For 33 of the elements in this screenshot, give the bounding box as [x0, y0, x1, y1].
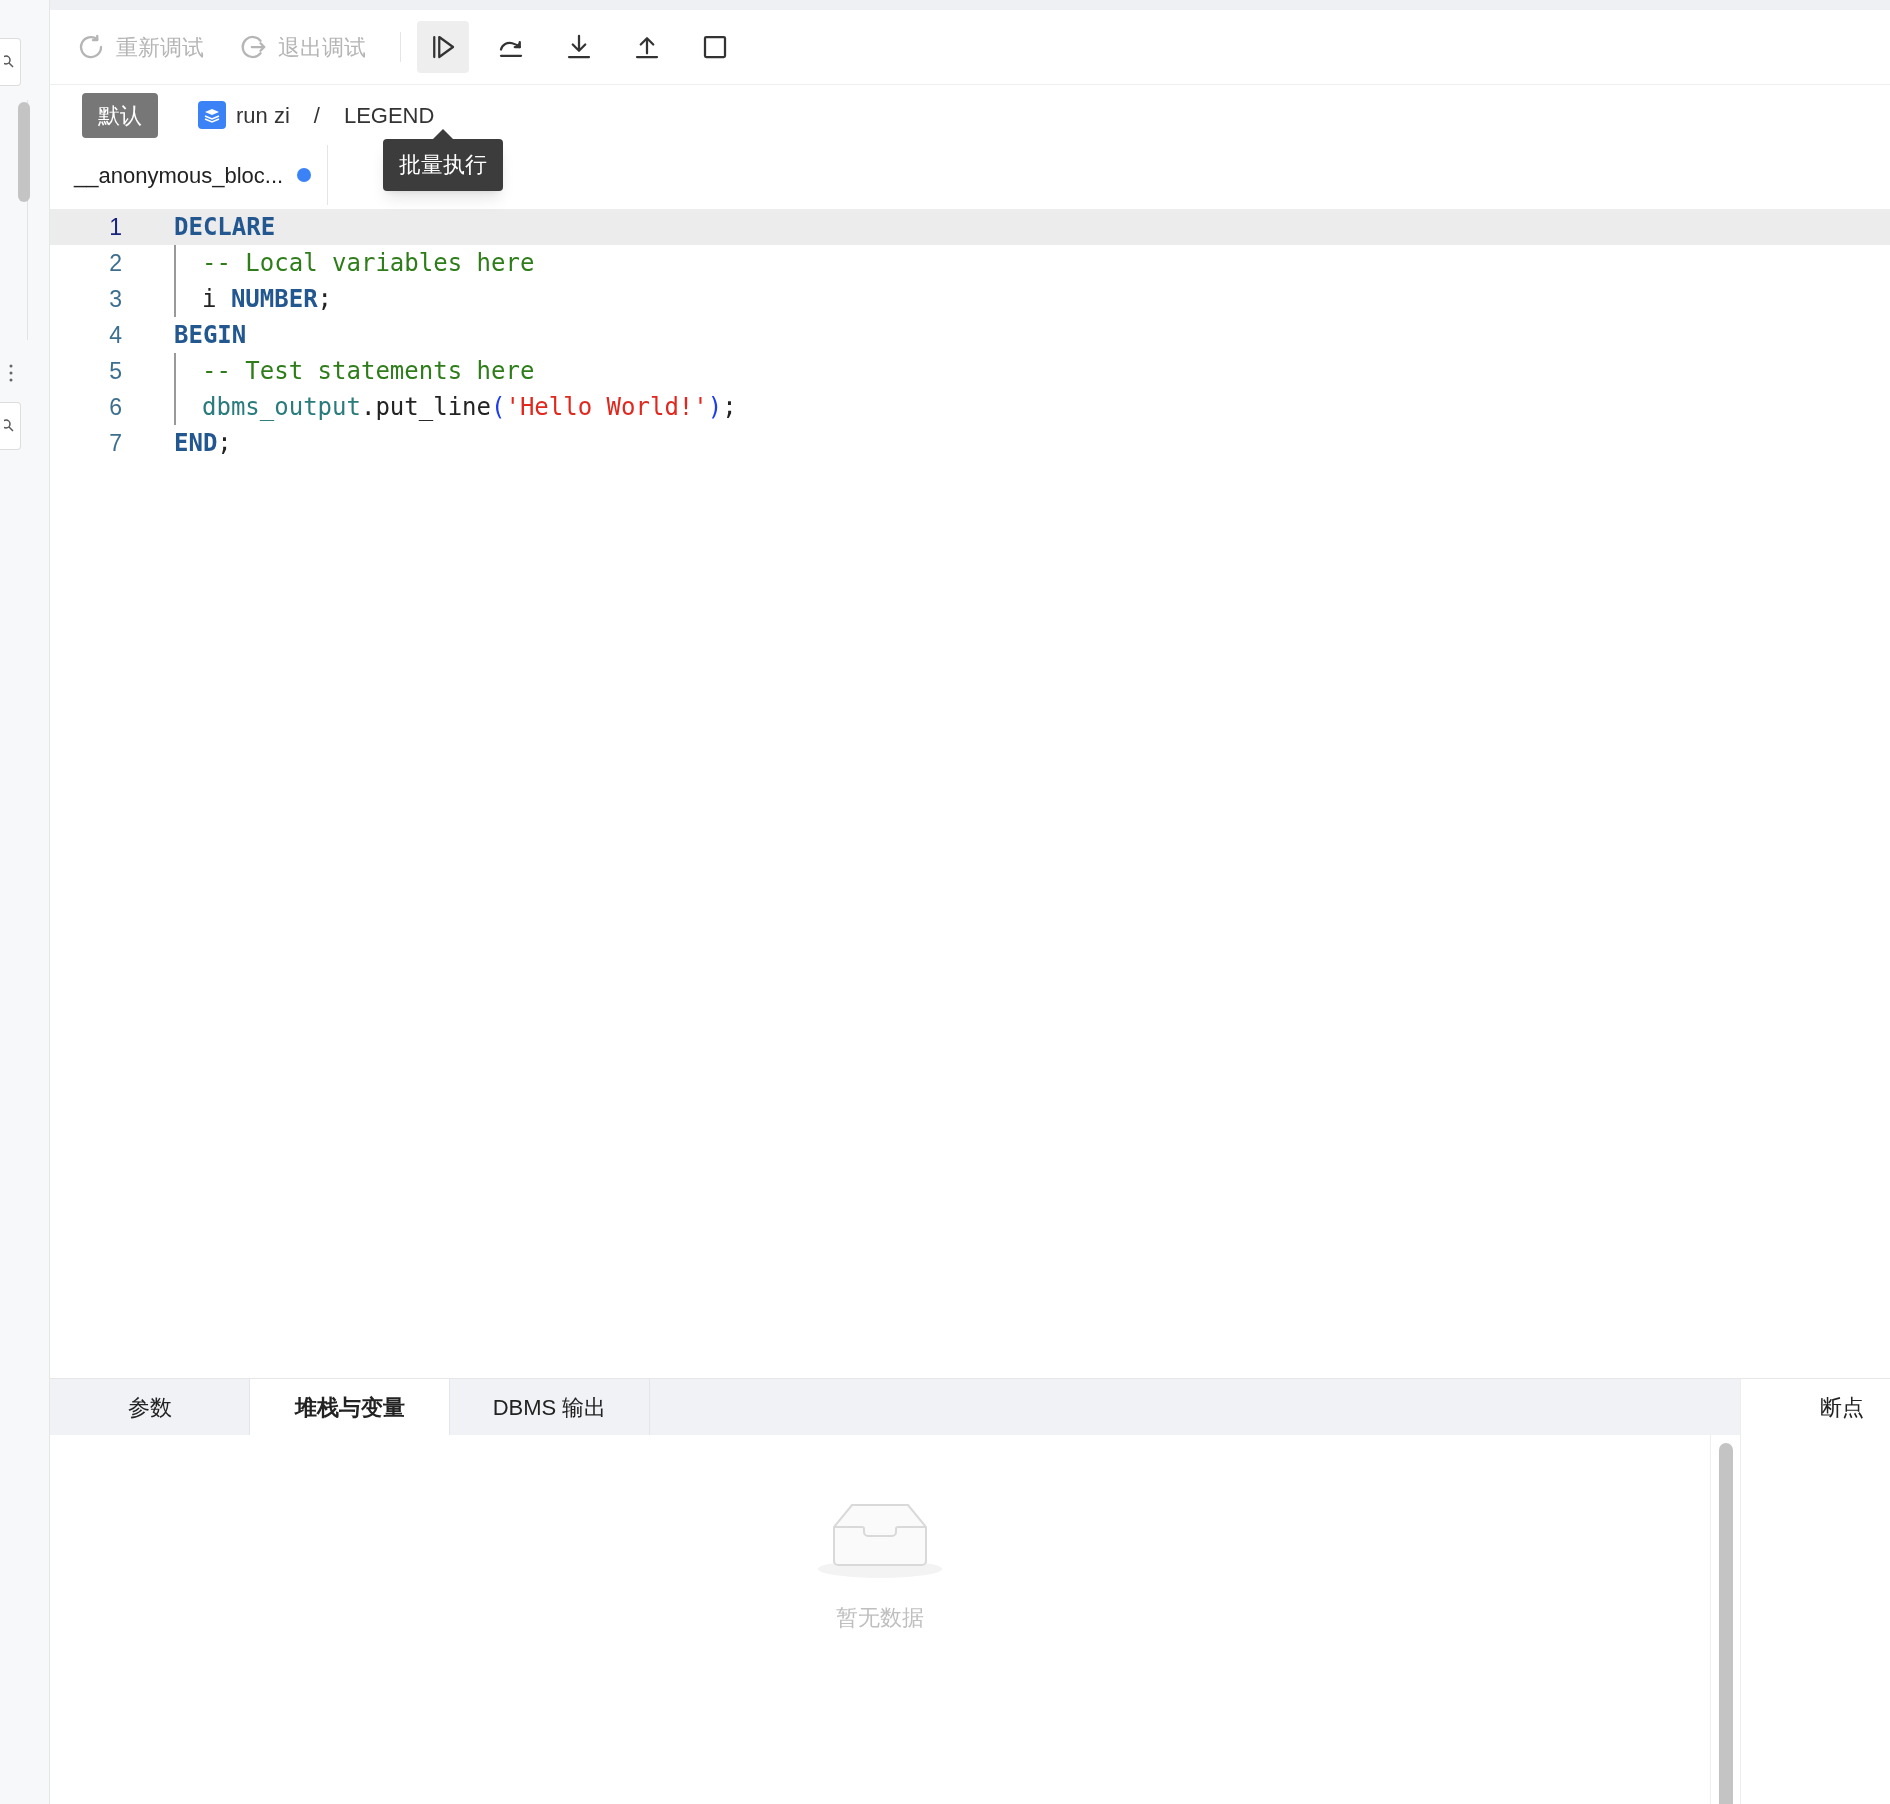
line-number: 2	[108, 248, 122, 278]
line-number: 5	[108, 356, 122, 386]
scrollbar[interactable]	[1718, 1443, 1733, 1804]
panel-tab[interactable]: 堆栈与变量	[250, 1379, 450, 1435]
tooltip: 批量执行	[383, 139, 503, 191]
toolbar-icon-button[interactable]	[417, 21, 469, 73]
line-number: 4	[108, 320, 122, 350]
line-number: 1	[108, 212, 122, 242]
panel-tab[interactable]: DBMS 输出	[450, 1379, 650, 1435]
search-icon[interactable]	[3, 55, 16, 69]
code-text: BEGIN	[174, 320, 247, 351]
code-editor[interactable]: 1 DECLARE 2 -- Local variables here 3 i NUMBER; 4 BEGIN 5 -- Test statements here 6 dbms_output.put_line('Hello World!'); 7 END;	[50, 205, 1890, 1378]
object-name[interactable]: LEGEND	[343, 98, 435, 132]
code-text: END;	[174, 428, 232, 459]
code-text: dbms_output.put_line('Hello World!');	[202, 392, 737, 423]
empty-text: 暂无数据	[836, 1604, 924, 1632]
tooltip-arrow	[433, 129, 453, 139]
search-icon[interactable]	[3, 419, 16, 433]
file-tab[interactable]: __anonymous_bloc...	[50, 145, 329, 205]
line-number: 6	[108, 392, 122, 422]
database-name[interactable]: run zi	[236, 98, 290, 132]
more-icon[interactable]	[9, 364, 13, 382]
line-number: 3	[108, 284, 122, 314]
line-number: 7	[108, 428, 122, 458]
code-text: i NUMBER;	[202, 284, 333, 315]
code-text: DECLARE	[174, 212, 276, 243]
breadcrumb-separator: /	[313, 101, 320, 130]
database-icon	[198, 101, 226, 129]
environment-tag: 默认	[82, 92, 158, 138]
breakpoints-tab[interactable]: 断点	[1820, 1390, 1864, 1424]
code-text: -- Test statements here	[202, 356, 535, 387]
code-text: -- Local variables here	[202, 248, 535, 279]
scrollbar[interactable]	[18, 102, 30, 202]
